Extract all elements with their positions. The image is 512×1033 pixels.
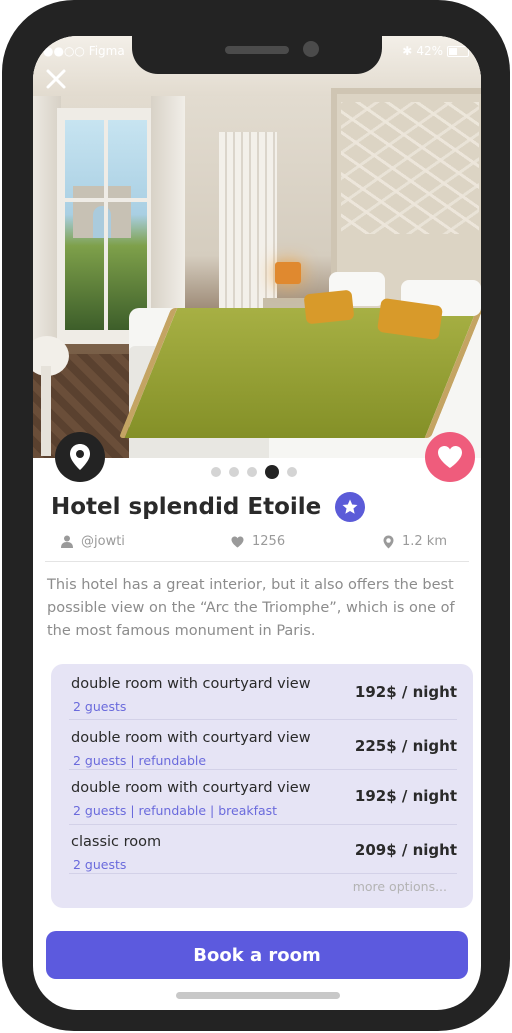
room-price: 225$ / night — [354, 737, 457, 755]
room-divider — [69, 769, 457, 770]
speaker-grille — [225, 46, 289, 54]
hotel-name: Hotel splendid Etoile — [51, 494, 322, 520]
room-name: double room with courtyard view — [71, 730, 311, 746]
room-tags: 2 guests — [73, 699, 127, 714]
author-handle: @jowti — [81, 534, 125, 549]
room-divider — [69, 873, 457, 874]
star-icon — [342, 499, 358, 514]
room-option[interactable]: classic room 2 guests 209$ / night — [71, 834, 457, 884]
front-camera — [303, 41, 319, 57]
likes-count: 1256 — [252, 534, 286, 549]
room-tags: 2 guests — [73, 857, 127, 872]
phone-frame: ●●○○ Figma ✱ 42% Hotel splendid Etoile @… — [2, 0, 510, 1031]
photo-radiator — [219, 132, 277, 308]
hotel-title-row: Hotel splendid Etoile — [51, 492, 366, 522]
more-options-link[interactable]: more options... — [353, 879, 447, 894]
gallery-dot[interactable] — [247, 467, 257, 477]
room-options-card: double room with courtyard view 2 guests… — [51, 664, 473, 908]
user-icon — [61, 535, 73, 548]
room-option[interactable]: double room with courtyard view 2 guests… — [71, 730, 457, 780]
heart-icon — [438, 446, 462, 468]
gallery-pagination — [211, 465, 297, 479]
battery-percent: 42% — [416, 44, 443, 58]
room-option[interactable]: double room with courtyard view 2 guests… — [71, 780, 457, 830]
gallery-dot[interactable] — [287, 467, 297, 477]
hotel-description: This hotel has a great interior, but it … — [47, 577, 455, 639]
photo-window-bar — [104, 120, 108, 330]
hotel-photo[interactable]: ●●○○ Figma ✱ 42% — [33, 36, 481, 458]
room-price: 192$ / night — [354, 787, 457, 805]
gallery-dot[interactable] — [211, 467, 221, 477]
author-info[interactable]: @jowti — [61, 534, 125, 549]
room-name: double room with courtyard view — [71, 676, 311, 692]
room-name: classic room — [71, 834, 162, 850]
status-carrier: ●●○○ Figma — [43, 44, 125, 58]
hotel-meta: @jowti 1256 1.2 km — [57, 534, 457, 554]
room-divider — [69, 824, 457, 825]
heart-small-icon — [231, 536, 244, 547]
battery-icon — [447, 45, 469, 57]
likes-info: 1256 — [231, 534, 285, 549]
gallery-dot-active[interactable] — [265, 465, 279, 479]
room-name: double room with courtyard view — [71, 780, 311, 796]
photo-lamp — [275, 262, 301, 284]
distance-info: 1.2 km — [383, 534, 447, 549]
home-indicator[interactable] — [176, 992, 340, 999]
phone-notch — [132, 36, 382, 74]
room-price: 209$ / night — [354, 841, 457, 859]
photo-arc-opening — [93, 206, 111, 238]
location-small-icon — [383, 535, 394, 548]
book-room-button[interactable]: Book a room — [46, 931, 468, 979]
room-tags: 2 guests | refundable — [73, 753, 207, 768]
photo-window-bar — [65, 198, 147, 202]
favorite-button[interactable] — [425, 432, 475, 482]
meta-divider — [45, 561, 469, 562]
close-icon — [46, 69, 66, 89]
gallery-dot[interactable] — [229, 467, 239, 477]
map-pin-icon — [70, 444, 90, 470]
room-divider — [69, 719, 457, 720]
bluetooth-icon: ✱ — [402, 44, 413, 58]
close-button[interactable] — [41, 64, 71, 94]
photo-chair-leg — [41, 366, 51, 456]
room-price: 192$ / night — [354, 683, 457, 701]
photo-cushion — [303, 289, 355, 325]
rating-badge — [335, 492, 366, 522]
app-screen: ●●○○ Figma ✱ 42% Hotel splendid Etoile @… — [33, 36, 481, 1010]
distance-value: 1.2 km — [402, 534, 447, 549]
status-right: ✱ 42% — [402, 44, 469, 58]
photo-headboard-pattern — [341, 102, 479, 234]
room-tags: 2 guests | refundable | breakfast — [73, 803, 278, 818]
location-button[interactable] — [55, 432, 105, 482]
